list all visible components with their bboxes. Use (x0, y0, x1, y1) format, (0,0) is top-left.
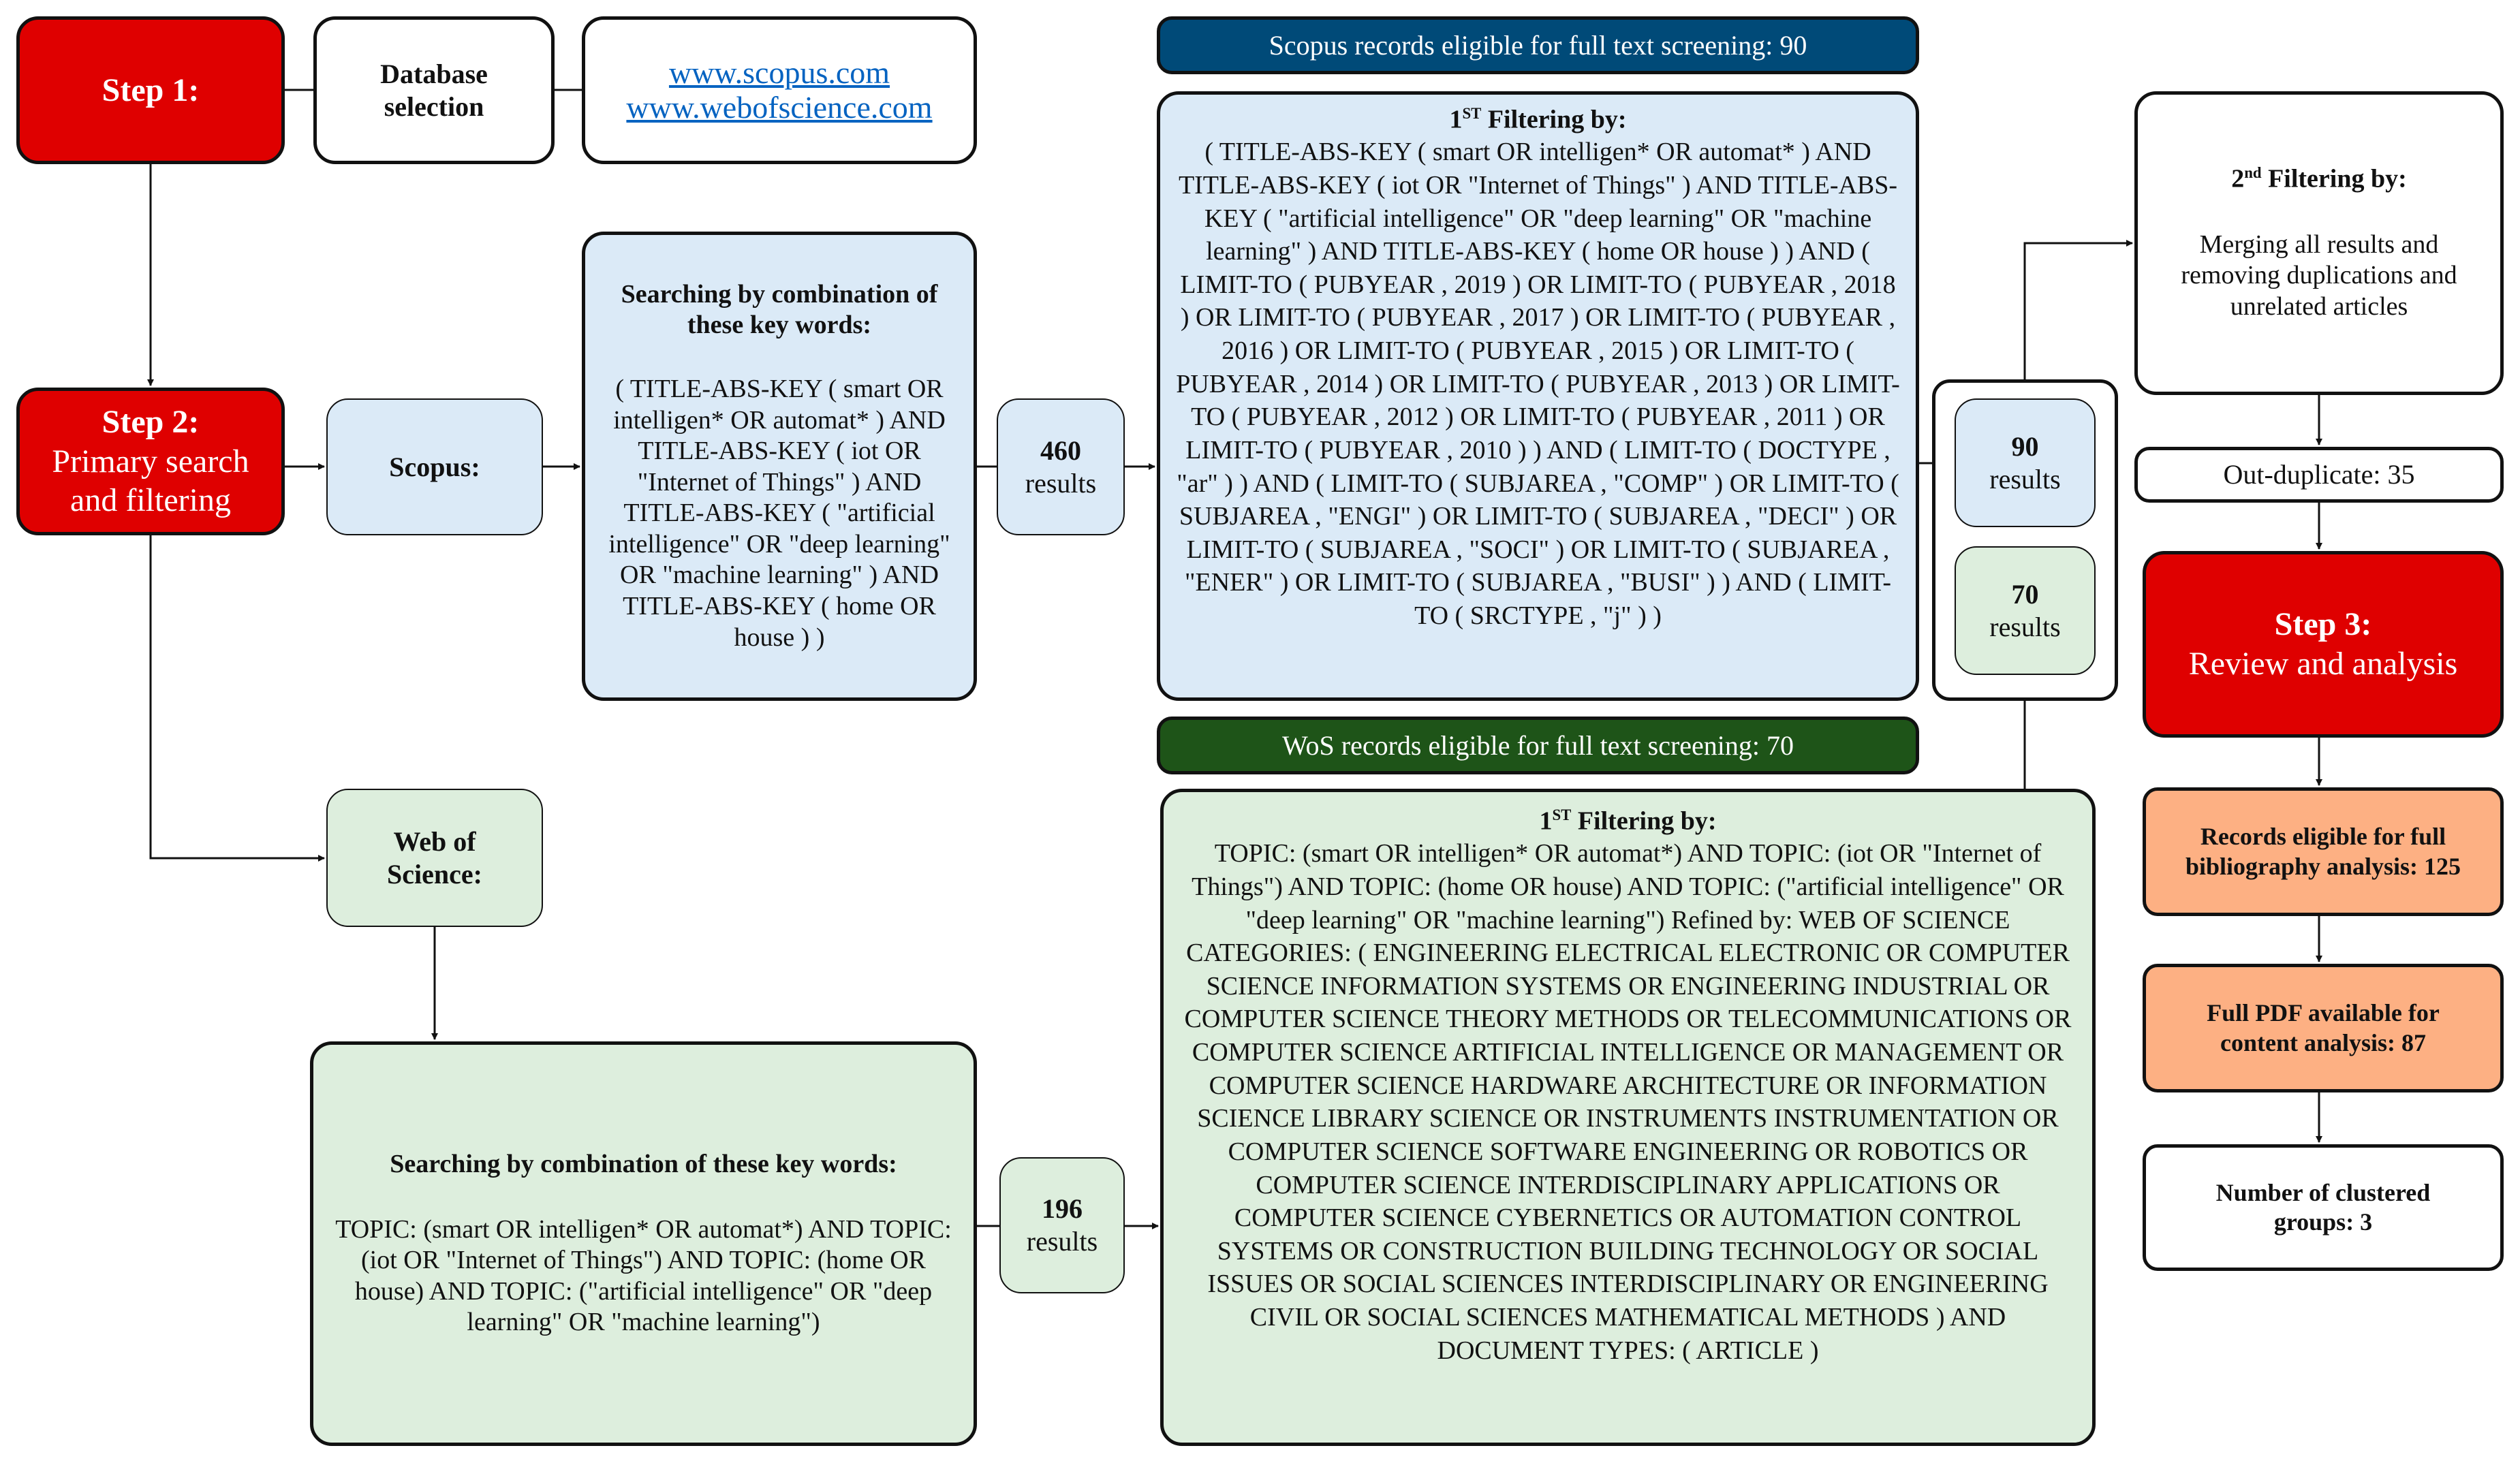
wos-filtered-count: 70 (2011, 578, 2039, 610)
filter-heading-text: Filtering by: (1481, 105, 1627, 134)
wos-eligible-header: WoS records eligible for full text scree… (1157, 717, 1919, 774)
clusters-box: Number of clustered groups: 3 (2143, 1144, 2504, 1271)
wos-search-heading: Searching by combination of these key wo… (390, 1150, 897, 1179)
database-selection-box: Database selection (313, 16, 555, 164)
arrow-container-second-filter (2023, 240, 2133, 379)
second-filter-number: 2 (2231, 165, 2245, 194)
wos-filter-query: TOPIC: (smart OR intelligen* OR automat*… (1184, 839, 2072, 1365)
second-filter-text: Filtering by: (2261, 165, 2407, 194)
database-links-box: www.scopus.com www.webofscience.com (582, 16, 977, 164)
scopus-source-box: Scopus: (326, 398, 543, 535)
wos-filter-heading-sup: ST (1552, 806, 1572, 823)
database-selection-label: Database selection (380, 58, 488, 122)
wos-filtered-box: 70 results (1955, 546, 2096, 675)
scopus-filtered-label: results (1989, 463, 2061, 494)
wos-filtered-label: results (1989, 611, 2061, 642)
scopus-eligible-header: Scopus records eligible for full text sc… (1157, 16, 1919, 74)
scopus-filtered-box: 90 results (1955, 398, 2096, 527)
step1-box: Step 1: (16, 16, 285, 164)
scopus-link[interactable]: www.scopus.com (669, 55, 890, 91)
scopus-results-label: results (1025, 467, 1097, 499)
wos-filter-box: 1ST Filtering by: TOPIC: (smart OR intel… (1160, 789, 2096, 1446)
full-pdf-label: Full PDF available for content analysis:… (2207, 999, 2440, 1056)
filter-heading-sup: ST (1462, 105, 1482, 122)
scopus-filter-heading: 1ST Filtering by: (1449, 104, 1626, 136)
webofscience-link[interactable]: www.webofscience.com (626, 90, 932, 125)
step2-box: Step 2: Primary search and filtering (16, 388, 285, 535)
arrow-step2-wos (149, 535, 325, 862)
step3-box: Step 3: Review and analysis (2143, 551, 2504, 738)
scopus-filtered-count: 90 (2011, 430, 2039, 462)
bibliography-label: Records eligible for full bibliography a… (2185, 823, 2461, 880)
scopus-filter-query: ( TITLE-ABS-KEY ( smart OR intelligen* O… (1176, 138, 1900, 630)
wos-search-box: Searching by combination of these key wo… (310, 1041, 977, 1446)
second-filter-box: 2nd Filtering by: Merging all results an… (2134, 91, 2504, 395)
filter-heading-number: 1 (1449, 105, 1463, 134)
scopus-results-box: 460 results (997, 398, 1125, 535)
step3-title: Step 3: (2274, 606, 2372, 643)
out-duplicate-label: Out-duplicate: 35 (2223, 459, 2415, 490)
wos-label: Web of Science: (387, 825, 482, 890)
step2-title: Step 2: (102, 404, 200, 441)
wos-filter-heading-number: 1 (1539, 806, 1553, 836)
wos-filter-heading: 1ST Filtering by: (1539, 806, 1716, 837)
second-filter-description: Merging all results and removing duplica… (2181, 230, 2457, 321)
second-filter-sup: nd (2244, 164, 2262, 182)
scopus-label: Scopus: (389, 451, 480, 482)
wos-filter-heading-text: Filtering by: (1571, 806, 1717, 836)
wos-source-box: Web of Science: (326, 789, 543, 927)
wos-results-label: results (1026, 1226, 1098, 1257)
scopus-search-query: ( TITLE-ABS-KEY ( smart OR intelligen* O… (608, 374, 950, 652)
wos-results-box: 196 results (999, 1157, 1125, 1293)
scopus-search-box: Searching by combination of these key wo… (582, 232, 977, 701)
full-pdf-box: Full PDF available for content analysis:… (2143, 964, 2504, 1092)
wos-eligible-text: WoS records eligible for full text scree… (1281, 729, 1794, 761)
wos-search-query: TOPIC: (smart OR intelligen* OR automat*… (335, 1214, 952, 1337)
step3-subtitle: Review and analysis (2188, 646, 2458, 682)
step1-title: Step 1: (102, 72, 200, 108)
bibliography-box: Records eligible for full bibliography a… (2143, 787, 2504, 916)
scopus-eligible-text: Scopus records eligible for full text sc… (1269, 29, 1807, 61)
step2-subtitle: Primary search and filtering (52, 443, 249, 519)
scopus-results-count: 460 (1040, 435, 1081, 466)
scopus-search-heading: Searching by combination of these key wo… (621, 279, 938, 340)
out-duplicate-box: Out-duplicate: 35 (2134, 447, 2504, 503)
wos-results-count: 196 (1042, 1193, 1083, 1224)
scopus-filter-box: 1ST Filtering by: ( TITLE-ABS-KEY ( smar… (1157, 91, 1919, 701)
second-filter-heading: 2nd Filtering by: (2231, 163, 2407, 195)
clusters-label: Number of clustered groups: 3 (2215, 1178, 2431, 1236)
